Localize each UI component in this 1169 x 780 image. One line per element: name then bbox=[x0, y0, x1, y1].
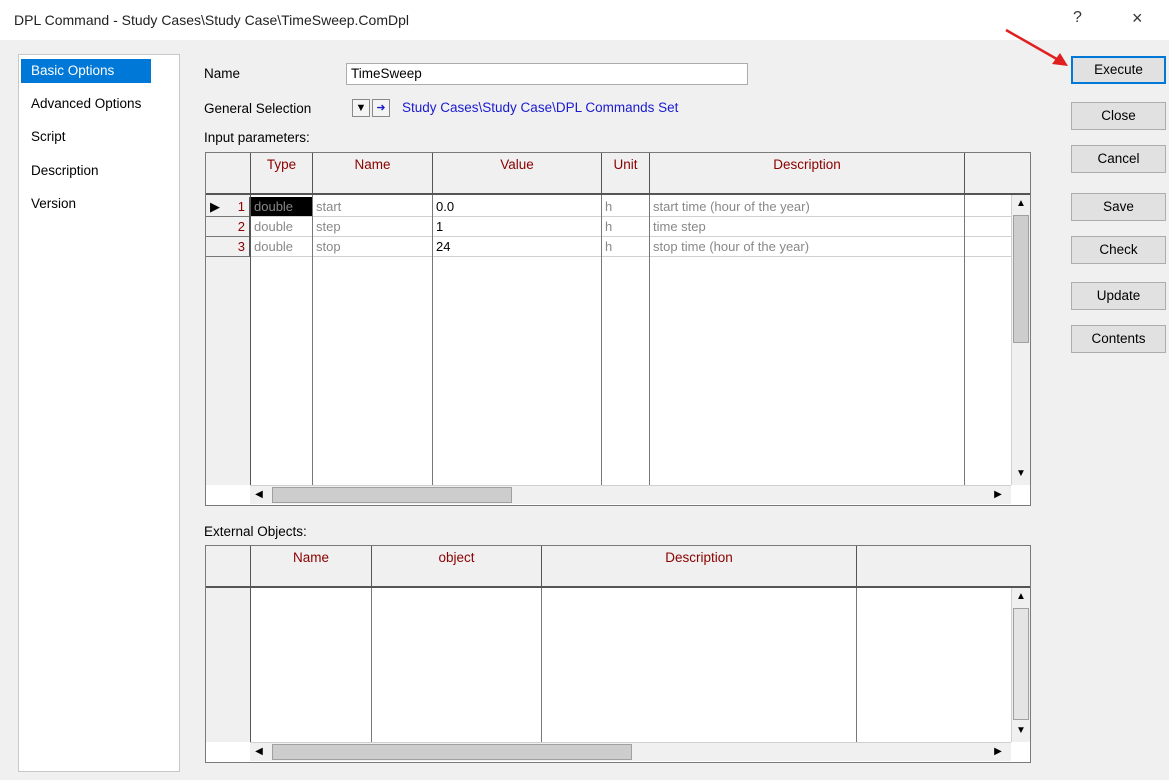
name-label: Name bbox=[204, 66, 241, 81]
scroll-left-icon[interactable]: ◀ bbox=[250, 486, 268, 504]
scroll-down-icon[interactable]: ▼ bbox=[1012, 465, 1030, 483]
jump-to-arrow-icon[interactable]: ➜ bbox=[372, 99, 390, 117]
cell-value[interactable]: 0.0 bbox=[433, 197, 601, 217]
corner-cell bbox=[206, 546, 251, 586]
cell-description[interactable]: stop time (hour of the year) bbox=[650, 237, 964, 257]
column-header-type[interactable]: Type bbox=[251, 153, 313, 193]
vertical-scrollbar[interactable]: ▲ ▼ bbox=[1011, 195, 1030, 485]
options-sidebar: Basic Options Advanced Options Script De… bbox=[18, 54, 180, 772]
save-button[interactable]: Save bbox=[1071, 193, 1166, 221]
close-window-icon[interactable]: × bbox=[1132, 8, 1143, 29]
cell-extra bbox=[965, 237, 1011, 257]
column-header-name[interactable]: Name bbox=[313, 153, 433, 193]
horizontal-scrollbar[interactable]: ◀ ▶ bbox=[250, 742, 1011, 761]
column-header-description[interactable]: Description bbox=[542, 546, 857, 586]
sidebar-item-script[interactable]: Script bbox=[21, 125, 183, 149]
table-header: Type Name Value Unit Description bbox=[206, 153, 1030, 195]
cell-type[interactable]: double bbox=[251, 217, 312, 237]
sidebar-item-version[interactable]: Version bbox=[21, 192, 183, 216]
row-header-strip bbox=[206, 588, 251, 742]
table-header: Name object Description bbox=[206, 546, 1030, 588]
row-header-1[interactable]: ▶ 1 bbox=[206, 197, 250, 217]
update-button[interactable]: Update bbox=[1071, 282, 1166, 310]
execute-button[interactable]: Execute bbox=[1071, 56, 1166, 84]
column-divider bbox=[371, 588, 372, 742]
sidebar-item-advanced-options[interactable]: Advanced Options bbox=[21, 92, 183, 116]
external-objects-label: External Objects: bbox=[204, 524, 307, 539]
scroll-thumb[interactable] bbox=[272, 487, 512, 503]
column-header-object[interactable]: object bbox=[372, 546, 542, 586]
input-parameters-label: Input parameters: bbox=[204, 130, 310, 145]
horizontal-scrollbar[interactable]: ◀ ▶ bbox=[250, 485, 1011, 504]
cell-unit[interactable]: h bbox=[602, 217, 649, 237]
vertical-scrollbar[interactable]: ▲ ▼ bbox=[1011, 588, 1030, 742]
scroll-thumb[interactable] bbox=[1013, 215, 1029, 343]
cell-extra bbox=[965, 217, 1011, 237]
scroll-down-icon[interactable]: ▼ bbox=[1012, 722, 1030, 740]
general-selection-link[interactable]: Study Cases\Study Case\DPL Commands Set bbox=[402, 100, 678, 115]
cell-value[interactable]: 1 bbox=[433, 217, 601, 237]
column-header-unit[interactable]: Unit bbox=[602, 153, 650, 193]
input-parameters-table: Type Name Value Unit Description ▶ 1 doub… bbox=[205, 152, 1031, 506]
external-objects-table: Name object Description ▲ ▼ ◀ ▶ bbox=[205, 545, 1031, 763]
cell-name[interactable]: step bbox=[313, 217, 432, 237]
sidebar-item-description[interactable]: Description bbox=[21, 159, 183, 183]
cell-value[interactable]: 24 bbox=[433, 237, 601, 257]
contents-button[interactable]: Contents bbox=[1071, 325, 1166, 353]
corner-cell bbox=[206, 153, 251, 193]
cell-unit[interactable]: h bbox=[602, 237, 649, 257]
scroll-thumb[interactable] bbox=[1013, 608, 1029, 720]
column-header-value[interactable]: Value bbox=[433, 153, 602, 193]
cell-unit[interactable]: h bbox=[602, 197, 649, 217]
column-divider bbox=[856, 588, 857, 742]
cell-type[interactable]: double bbox=[251, 197, 312, 217]
general-selection-label: General Selection bbox=[204, 101, 312, 116]
row-header-3[interactable]: 3 bbox=[206, 237, 250, 257]
cell-description[interactable]: time step bbox=[650, 217, 964, 237]
annotation-arrow-icon bbox=[1005, 28, 1068, 66]
scroll-thumb[interactable] bbox=[272, 744, 632, 760]
scroll-right-icon[interactable]: ▶ bbox=[989, 743, 1007, 761]
cell-description[interactable]: start time (hour of the year) bbox=[650, 197, 964, 217]
dropdown-arrow-icon[interactable]: ▼ bbox=[352, 99, 370, 117]
row-header-2[interactable]: 2 bbox=[206, 217, 250, 237]
current-row-icon: ▶ bbox=[210, 199, 220, 214]
window-title: DPL Command - Study Cases\Study Case\Tim… bbox=[14, 12, 410, 28]
title-bar: DPL Command - Study Cases\Study Case\Tim… bbox=[0, 0, 1169, 40]
close-button[interactable]: Close bbox=[1071, 102, 1166, 130]
scroll-up-icon[interactable]: ▲ bbox=[1012, 588, 1030, 606]
row-number: 1 bbox=[237, 199, 245, 214]
cell-name[interactable]: start bbox=[313, 197, 432, 217]
sidebar-item-basic-options[interactable]: Basic Options bbox=[21, 59, 151, 83]
cancel-button[interactable]: Cancel bbox=[1071, 145, 1166, 173]
cell-extra bbox=[965, 197, 1011, 217]
column-header-name[interactable]: Name bbox=[251, 546, 372, 586]
scroll-left-icon[interactable]: ◀ bbox=[250, 743, 268, 761]
scroll-up-icon[interactable]: ▲ bbox=[1012, 195, 1030, 213]
cell-name[interactable]: stop bbox=[313, 237, 432, 257]
scroll-right-icon[interactable]: ▶ bbox=[989, 486, 1007, 504]
name-input[interactable]: TimeSweep bbox=[346, 63, 748, 85]
column-header-description[interactable]: Description bbox=[650, 153, 965, 193]
column-divider bbox=[541, 588, 542, 742]
cell-type[interactable]: double bbox=[251, 237, 312, 257]
check-button[interactable]: Check bbox=[1071, 236, 1166, 264]
